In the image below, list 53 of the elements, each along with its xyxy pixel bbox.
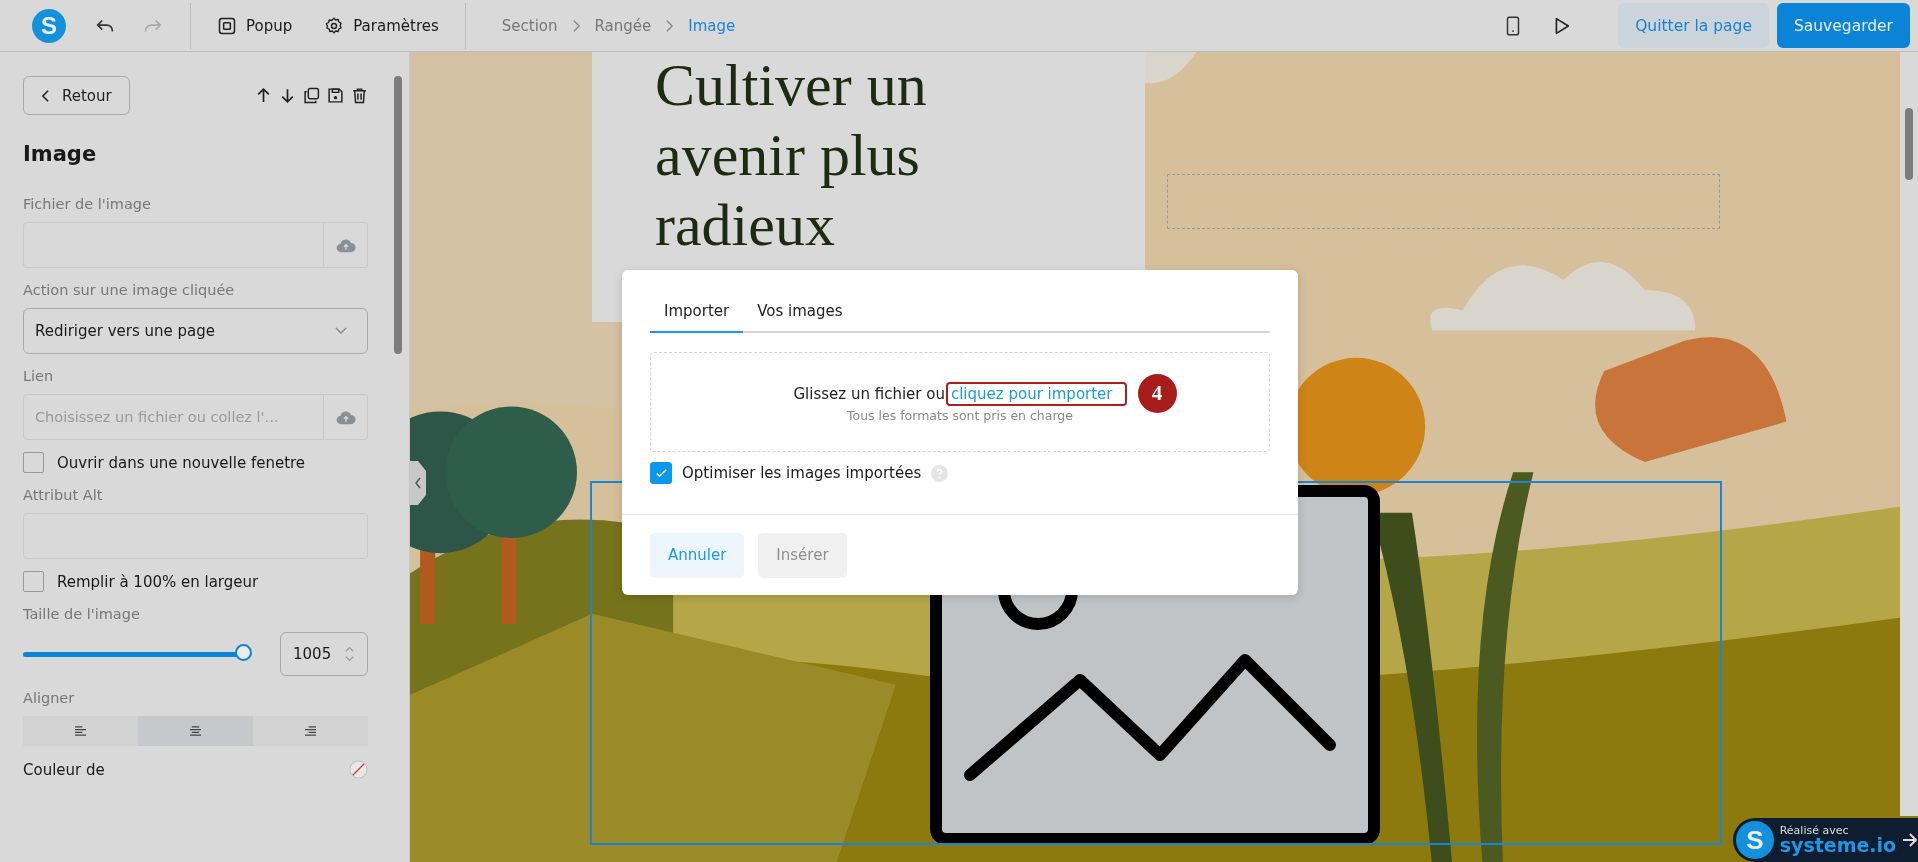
file-field[interactable]: Choisissez un fichier ou collez l'... bbox=[23, 394, 324, 440]
align-right-icon bbox=[304, 725, 317, 737]
checkbox-label: Remplir à 100% en largeur bbox=[57, 572, 259, 591]
checkbox[interactable] bbox=[650, 462, 672, 484]
caret-down-icon bbox=[335, 327, 347, 335]
chevron-left-icon bbox=[41, 88, 50, 103]
collapse-panel-handle[interactable] bbox=[410, 461, 426, 505]
action-dropdown[interactable]: Rediriger vers une page bbox=[23, 308, 368, 354]
checkbox[interactable] bbox=[23, 571, 44, 592]
size-number-field[interactable]: 1005 bbox=[280, 632, 368, 676]
panel-title: Image bbox=[23, 142, 98, 166]
badge-logo: S bbox=[1736, 821, 1774, 859]
field-label: Action sur une image cliquée bbox=[23, 282, 236, 298]
arrow-right-icon bbox=[1902, 833, 1918, 847]
field-label: Couleur de bbox=[23, 761, 105, 779]
stepper-arrows-icon[interactable] bbox=[344, 644, 355, 664]
popup-icon bbox=[217, 15, 237, 36]
tab[interactable]: Importer bbox=[650, 291, 744, 333]
align-left-icon bbox=[74, 725, 87, 737]
chevron-right-icon bbox=[571, 18, 581, 33]
align-center-icon bbox=[189, 725, 202, 737]
copy-icon[interactable] bbox=[303, 87, 320, 104]
field-label: Attribut Alt bbox=[23, 487, 104, 503]
upload-button[interactable] bbox=[324, 394, 368, 440]
checkbox[interactable] bbox=[23, 452, 44, 473]
field-label: Fichier de l'image bbox=[23, 196, 152, 212]
trash-icon[interactable] bbox=[351, 87, 368, 104]
arrow-down-icon[interactable] bbox=[279, 87, 296, 104]
drop-text: Glissez un fichier ou bbox=[793, 384, 945, 403]
checkbox-label: Optimiser les images importées bbox=[682, 464, 922, 482]
upload-button[interactable] bbox=[324, 222, 368, 268]
badge-caption: Réalisé avec bbox=[1779, 825, 1850, 836]
scrollbar[interactable] bbox=[1900, 52, 1918, 816]
cloud-upload-icon[interactable] bbox=[335, 409, 356, 425]
settings-icon bbox=[324, 15, 345, 36]
chevron-right-icon bbox=[665, 18, 675, 33]
page-heading[interactable]: Cultiver un avenir plus radieux bbox=[655, 52, 985, 260]
step-marker: 4 bbox=[1137, 373, 1177, 413]
badge-brand: systeme.io bbox=[1779, 836, 1897, 855]
arrow-up-icon[interactable] bbox=[255, 87, 272, 104]
cloud-upload-icon[interactable] bbox=[335, 237, 356, 253]
no-color-swatch-icon[interactable] bbox=[349, 760, 368, 779]
drop-hint: Tous les formats sont pris en charge bbox=[847, 407, 1073, 423]
settings-button[interactable]: Paramètres bbox=[318, 15, 445, 36]
field-label: Taille de l'image bbox=[23, 606, 141, 622]
back-button[interactable]: Retour bbox=[23, 76, 130, 115]
checkbox-label: Ouvrir dans une nouvelle fenetre bbox=[57, 453, 306, 472]
popup-button[interactable]: Popup bbox=[211, 15, 299, 36]
tab[interactable]: Vos images bbox=[743, 291, 857, 333]
save-icon[interactable] bbox=[327, 87, 344, 104]
drop-zone[interactable]: Glissez un fichier ou cliquez pour importer 4 Tous les formats sont pris en charge bbox=[650, 352, 1270, 452]
field-label: Aligner bbox=[23, 690, 76, 706]
field-label: Lien bbox=[23, 368, 55, 384]
